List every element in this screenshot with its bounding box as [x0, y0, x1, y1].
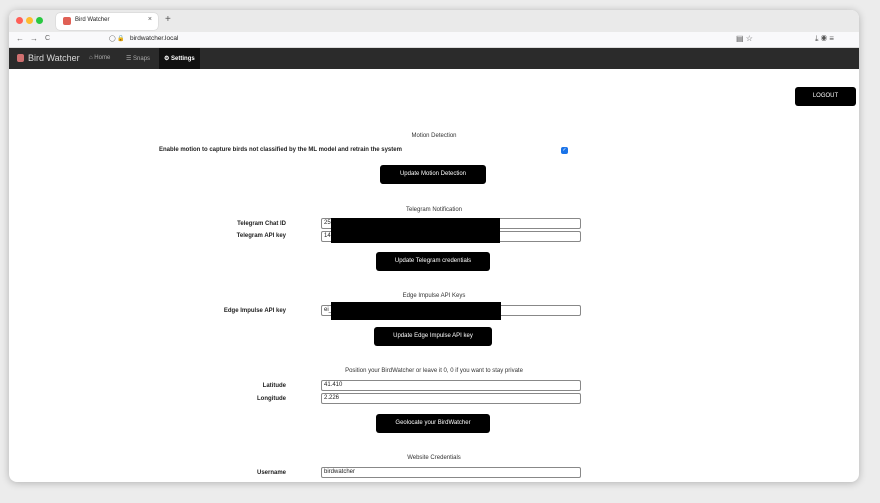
- latitude-label: Latitude: [262, 383, 286, 389]
- motion-label: Enable motion to capture birds not class…: [159, 147, 402, 153]
- nav-home[interactable]: ⌂ Home: [89, 55, 110, 61]
- maximize-window-button[interactable]: [36, 17, 43, 24]
- latitude-input[interactable]: 41.410: [321, 380, 581, 391]
- redaction-box: [331, 302, 501, 320]
- close-tab-icon[interactable]: ×: [148, 16, 152, 23]
- back-icon[interactable]: ←: [16, 34, 24, 43]
- update-telegram-button[interactable]: Update Telegram credentials: [376, 252, 490, 271]
- geo-section-title: Position your BirdWatcher or leave it 0,…: [345, 368, 523, 374]
- nav-snaps[interactable]: ☰ Snaps: [126, 55, 150, 62]
- nav-settings[interactable]: ⚙ Settings: [159, 48, 200, 69]
- redaction-box: [331, 218, 500, 243]
- download-account-menu-icon[interactable]: ⤓ ◉ ≡: [815, 34, 834, 44]
- credentials-section-title: Website Credentials: [407, 455, 461, 461]
- username-label: Username: [256, 470, 286, 476]
- reader-bookmark-icon[interactable]: ▤ ☆: [736, 34, 753, 43]
- logout-button[interactable]: LOGOUT: [795, 87, 856, 106]
- new-tab-button[interactable]: +: [165, 14, 171, 25]
- edge-section-title: Edge Impulse API Keys: [402, 293, 466, 299]
- forward-icon[interactable]: →: [30, 34, 38, 43]
- bird-logo-icon: [17, 54, 24, 62]
- close-window-button[interactable]: [16, 17, 23, 24]
- username-input[interactable]: birdwatcher: [321, 467, 581, 478]
- telegram-section-title: Telegram Notification: [405, 207, 463, 213]
- brand[interactable]: Bird Watcher: [17, 53, 80, 63]
- brand-label: Bird Watcher: [28, 53, 80, 63]
- telegram-api-key-label: Telegram API key: [236, 233, 286, 239]
- geolocate-button[interactable]: Geolocate your BirdWatcher: [376, 414, 490, 433]
- update-edge-impulse-button[interactable]: Update Edge Impulse API key: [374, 327, 492, 346]
- browser-window: Bird Watcher × + ← → C ◯ 🔒 birdwatcher.l…: [9, 10, 859, 482]
- longitude-input[interactable]: 2.226: [321, 393, 581, 404]
- url-field[interactable]: birdwatcher.local: [130, 35, 178, 42]
- telegram-chat-id-label: Telegram Chat ID: [237, 221, 286, 227]
- motion-checkbox[interactable]: ✓: [561, 147, 568, 154]
- browser-titlebar: Bird Watcher × +: [9, 10, 859, 32]
- bird-favicon-icon: [63, 17, 71, 25]
- tab-title: Bird Watcher: [75, 17, 110, 23]
- app-navbar: Bird Watcher ⌂ Home ☰ Snaps ⚙ Settings: [9, 48, 859, 69]
- motion-section-title: Motion Detection: [411, 133, 457, 139]
- shield-lock-icon: ◯ 🔒: [109, 36, 125, 42]
- minimize-window-button[interactable]: [26, 17, 33, 24]
- reload-icon[interactable]: C: [45, 35, 50, 42]
- longitude-label: Longitude: [257, 396, 286, 402]
- edge-api-key-label: Edge Impulse API key: [223, 308, 286, 314]
- update-motion-button[interactable]: Update Motion Detection: [380, 165, 486, 184]
- browser-tab[interactable]: Bird Watcher ×: [56, 13, 158, 30]
- address-bar: ← → C ◯ 🔒 birdwatcher.local ▤ ☆ ⤓ ◉ ≡: [9, 32, 859, 48]
